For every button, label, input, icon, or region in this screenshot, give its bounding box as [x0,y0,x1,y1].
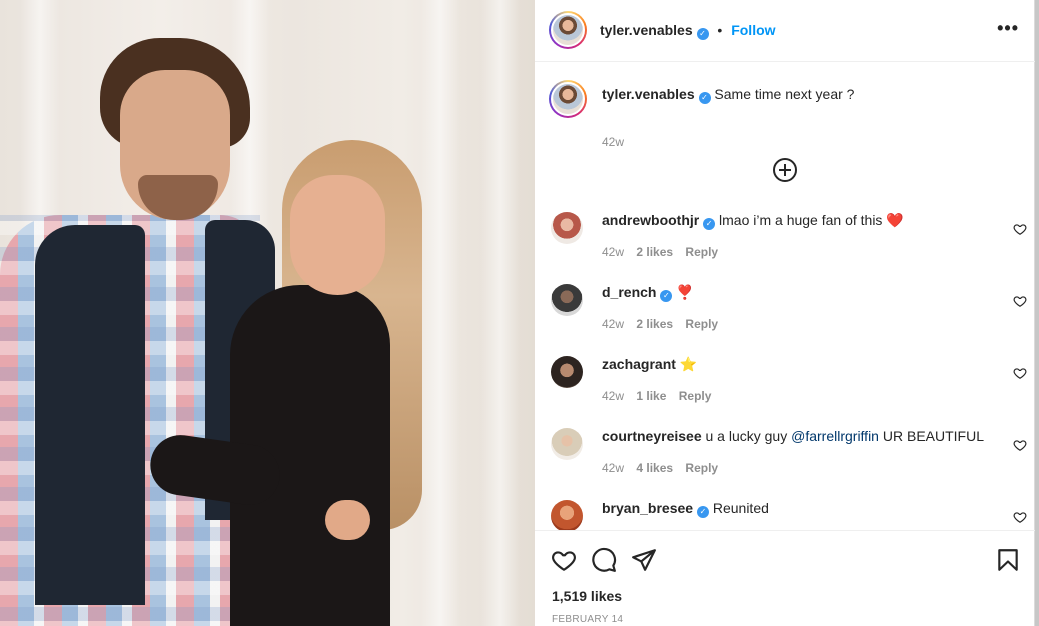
separator-dot: • [717,22,723,38]
verified-badge-icon: ✓ [698,92,711,104]
comment-text: Reunited [712,500,769,516]
commenter-avatar[interactable] [551,212,583,244]
caption-timestamp[interactable]: 42w [602,135,624,149]
comments-scroll-area[interactable]: tyler.venables ✓ Same time next year ? 4… [535,62,1035,530]
comment-time[interactable]: 42w [602,317,624,331]
heart-icon[interactable] [1013,222,1027,236]
post-photo[interactable] [0,0,535,626]
post-actions: 1,519 likes FEBRUARY 14 [535,530,1035,626]
curtain-fold [480,0,520,626]
comment-line: d_rench ✓ ❣️ [602,284,694,302]
comment-text: lmao i’m a huge fan of this ❤️ [719,212,904,228]
window-edge [1035,0,1039,626]
commenter-avatar[interactable] [551,284,583,316]
caption-line: tyler.venables ✓ Same time next year ? [602,86,854,104]
reply-button[interactable]: Reply [685,245,718,259]
verified-badge-icon: ✓ [696,28,709,40]
comment-likes[interactable]: 2 likes [636,245,673,259]
comment-item: zachagrant ⭐ 42w 1 like Reply [549,356,1027,418]
mention-link[interactable]: @farrellrgriffin [791,428,879,444]
commenter-username[interactable]: bryan_bresee [602,500,693,516]
verified-badge-icon: ✓ [703,218,716,230]
comment-time[interactable]: 42w [602,389,624,403]
heart-icon[interactable] [551,547,577,573]
comment-meta: 42w 1 like Reply [602,389,720,403]
comment-text: u a lucky guy [705,428,792,444]
commenter-username[interactable]: courtneyreisee [602,428,702,444]
caption-username[interactable]: tyler.venables [602,86,695,102]
comment-meta: 42w 2 likes Reply [602,317,727,331]
reply-button[interactable]: Reply [685,461,718,475]
comment-time[interactable]: 42w [602,245,624,259]
commenter-avatar[interactable] [551,356,583,388]
author-username[interactable]: tyler.venables [600,22,693,38]
caption-text: Same time next year ? [714,86,855,102]
comment-item: courtneyreisee u a lucky guy @farrellrgr… [549,428,1027,490]
more-options-icon[interactable]: ••• [997,18,1019,39]
caption-avatar[interactable] [549,80,587,118]
reply-button[interactable]: Reply [679,389,712,403]
man-vest [35,225,145,605]
heart-icon[interactable] [1013,294,1027,308]
comment-item: bryan_bresee ✓ Reunited [549,500,1027,530]
commenter-avatar[interactable] [551,500,583,530]
commenter-avatar[interactable] [551,428,583,460]
commenter-username[interactable]: d_rench [602,284,656,300]
post-header: tyler.venables ✓ • Follow ••• [535,0,1035,62]
comment-line: bryan_bresee ✓ Reunited [602,500,769,518]
comment-time[interactable]: 42w [602,461,624,475]
header-user: tyler.venables ✓ • Follow [600,22,776,40]
author-avatar[interactable] [549,11,587,49]
comment-meta: 42w 4 likes Reply [602,461,727,475]
comment-line: zachagrant ⭐ [602,356,697,373]
woman-hand [325,500,370,540]
reply-button[interactable]: Reply [685,317,718,331]
commenter-username[interactable]: andrewboothjr [602,212,699,228]
woman-face [290,175,385,295]
comment-item: andrewboothjr ✓ lmao i’m a huge fan of t… [549,212,1027,274]
verified-badge-icon: ✓ [696,506,709,518]
send-icon[interactable] [631,547,657,573]
comment-text: UR BEAUTIFUL [878,428,984,444]
comment-item: d_rench ✓ ❣️ 42w 2 likes Reply [549,284,1027,346]
comment-line: andrewboothjr ✓ lmao i’m a huge fan of t… [602,212,904,230]
post-side-panel: tyler.venables ✓ • Follow ••• tyler.vena… [535,0,1035,626]
heart-icon[interactable] [1013,510,1027,524]
comment-likes[interactable]: 2 likes [636,317,673,331]
commenter-username[interactable]: zachagrant [602,356,676,372]
comment-icon[interactable] [591,547,617,573]
comment-meta: 42w 2 likes Reply [602,245,727,259]
heart-icon[interactable] [1013,438,1027,452]
comment-line: courtneyreisee u a lucky guy @farrellrgr… [602,428,984,444]
heart-icon[interactable] [1013,366,1027,380]
comment-text: ⭐ [679,356,698,372]
post-date[interactable]: FEBRUARY 14 [552,614,623,625]
follow-button[interactable]: Follow [731,22,775,38]
verified-badge-icon: ✓ [660,290,673,302]
plus-circle-icon[interactable] [773,158,797,182]
comment-text: ❣️ [676,284,694,300]
comment-likes[interactable]: 1 like [636,389,666,403]
likes-count[interactable]: 1,519 likes [552,588,622,604]
comment-likes[interactable]: 4 likes [636,461,673,475]
bookmark-icon[interactable] [995,547,1021,573]
curtain-fold [420,0,460,626]
